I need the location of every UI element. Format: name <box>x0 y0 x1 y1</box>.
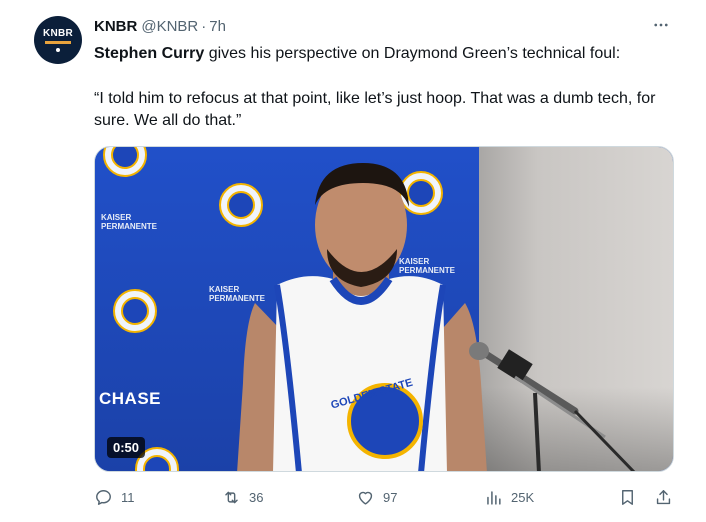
bookmark-button[interactable] <box>618 486 645 508</box>
tweet-quote: “I told him to refocus at that point, li… <box>94 90 656 129</box>
views-icon <box>487 490 501 505</box>
tweet-card[interactable]: KNBR KNBR @KNBR · 7h Stephen Curry gives… <box>0 0 706 522</box>
share-button[interactable] <box>654 486 681 508</box>
header-separator: · <box>201 18 207 35</box>
author-handle[interactable]: @KNBR <box>141 18 198 35</box>
avatar[interactable]: KNBR <box>34 16 82 64</box>
avatar-logo-dot <box>56 48 60 52</box>
video-duration: 0:50 <box>107 437 146 458</box>
retweet-icon <box>225 491 238 503</box>
author-name[interactable]: KNBR <box>94 18 137 35</box>
microphone-stand <box>469 342 636 471</box>
retweet-button[interactable]: 36 <box>222 486 263 508</box>
like-count: 97 <box>383 489 398 505</box>
retweet-count: 36 <box>249 489 264 505</box>
video-player[interactable]: KAISER PERMANENTE KAISER PERMANENTE KAIS… <box>94 146 674 472</box>
reply-icon <box>96 489 111 505</box>
sponsor-kaiser-1: KAISER PERMANENTE <box>101 213 158 231</box>
heart-icon <box>358 491 373 505</box>
sponsor-chase: CHASE <box>99 389 162 408</box>
tweet-text-line1: Stephen Curry gives his perspective on D… <box>94 44 620 64</box>
tweet-text-rest: gives his perspective on Draymond Green’… <box>204 45 621 62</box>
views-button[interactable]: 25K <box>484 486 534 508</box>
mentioned-name: Stephen Curry <box>94 45 205 62</box>
share-icon <box>656 489 671 504</box>
tweet-timestamp[interactable]: 7h <box>209 18 226 35</box>
more-icon[interactable] <box>650 16 672 36</box>
bookmark-icon <box>622 489 633 505</box>
tweet-header: KNBR @KNBR · 7h <box>94 18 226 35</box>
avatar-logo-bar <box>45 41 71 44</box>
reply-count: 11 <box>121 489 135 505</box>
warriors-logo <box>113 289 157 333</box>
like-button[interactable]: 97 <box>356 486 397 508</box>
reply-button[interactable]: 11 <box>94 486 135 508</box>
views-count: 25K <box>511 489 535 505</box>
tweet-actions: 11 36 97 25K <box>94 486 678 510</box>
avatar-logo-text: KNBR <box>42 28 74 39</box>
